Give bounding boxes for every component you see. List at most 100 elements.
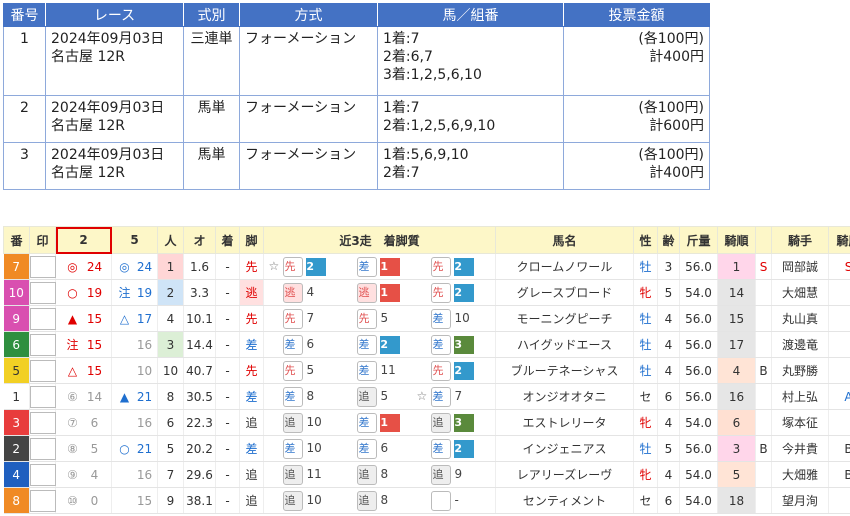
predictor-5-cell: 10 xyxy=(111,357,158,384)
mark-cell[interactable] xyxy=(29,253,56,280)
mark-cell[interactable] xyxy=(29,305,56,332)
jockey-flag xyxy=(755,331,772,358)
col-header-leg[interactable]: 脚 xyxy=(239,226,264,254)
col-header-age[interactable]: 齢 xyxy=(657,226,680,254)
predictor-5-mark: △ xyxy=(119,311,130,326)
run-style-badge: 差 xyxy=(356,334,377,355)
leg-type: 先 xyxy=(239,357,264,384)
col-header-weight[interactable]: 斤量 xyxy=(679,226,718,254)
recent-run: 追 10 xyxy=(269,412,343,433)
mark-cell[interactable] xyxy=(29,435,56,462)
stable-rank: S xyxy=(828,253,850,280)
finish: - xyxy=(215,305,240,332)
jockey-name[interactable]: 塚本征 xyxy=(771,409,829,436)
predictor-5-score: 21 xyxy=(136,441,153,456)
horse-name[interactable]: レアリーズレーヴ xyxy=(495,461,634,488)
jockey-name[interactable]: 大畑慧 xyxy=(771,279,829,306)
horse-row[interactable]: 10 ○ 19 注 19 2 3.3- 逃逃 4 逃 1先 2 グレースブロード牝 5 54.0 14 大畑… xyxy=(3,279,850,306)
horse-row[interactable]: 6 注 15 16 3 14.4- 差差 6 差 2差 3 ハイグッドエース牡 4 56.0 17 渡邊竜 xyxy=(3,331,850,358)
popularity: 8 xyxy=(157,383,184,410)
predictor-2-score: 0 xyxy=(90,493,99,508)
col-header-predictor-5[interactable]: 5 xyxy=(111,226,158,254)
mark-cell[interactable] xyxy=(29,461,56,488)
horse-name[interactable]: ブルーテネーシャス xyxy=(495,357,634,384)
run-style-badge: 逃 xyxy=(356,282,377,303)
mark-select[interactable] xyxy=(30,359,56,382)
mark-select[interactable] xyxy=(30,281,56,304)
predictor-2-cell: △ 15 xyxy=(55,357,112,384)
race-name: 名古屋 12R xyxy=(51,165,125,181)
jockey-name[interactable]: 渡邊竜 xyxy=(771,331,829,358)
col-header-popularity[interactable]: 人 xyxy=(157,226,184,254)
finish: - xyxy=(215,487,240,514)
jockey-flag xyxy=(755,461,772,488)
jockey-name[interactable]: 大畑雅 xyxy=(771,461,829,488)
ticket-no: 3 xyxy=(3,142,46,190)
col-header-stable[interactable]: 騎厩 xyxy=(828,226,850,254)
jockey-name[interactable]: 岡部誠 xyxy=(771,253,829,280)
horse-row[interactable]: 1 ⑥ 14 ▲ 21 8 30.5- 差差 8 追 5 ☆ 差 7 オンジオオタニセ 6 56.0 16 村上弘 A xyxy=(3,383,850,410)
predictor-2-mark: ⑩ xyxy=(67,493,78,508)
horse-row[interactable]: 2 ⑧ 5 ○ 21 5 20.2- 差差 10 差 6 差 2 インジェニアス牡 5 56.0 3 B 今井貴 B xyxy=(3,435,850,462)
horse-row[interactable]: 4 ⑨ 4 16 7 29.6- 追追 11 追 8 追 9 レアリーズレーヴ牝 4 54.0 5 大畑雅 B xyxy=(3,461,850,488)
col-header-finish[interactable]: 着 xyxy=(215,226,240,254)
predictor-2-mark: ⑨ xyxy=(67,467,78,482)
mark-select[interactable] xyxy=(30,463,56,486)
horse-name[interactable]: センティメント xyxy=(495,487,634,514)
horse-name[interactable]: ハイグッドエース xyxy=(495,331,634,358)
predictor-2-score: 5 xyxy=(90,441,99,456)
finish: - xyxy=(215,435,240,462)
mark-cell[interactable] xyxy=(29,409,56,436)
mark-select[interactable] xyxy=(30,307,56,330)
col-header-jockey-rank[interactable]: 騎順 xyxy=(717,226,756,254)
jockey-name[interactable]: 望月洵 xyxy=(771,487,829,514)
jockey-name[interactable]: 丸野勝 xyxy=(771,357,829,384)
run-finish-badge: 1 xyxy=(380,413,401,432)
mark-cell[interactable] xyxy=(29,383,56,410)
run-style-badge: 追 xyxy=(282,490,303,511)
jockey-name[interactable]: 丸山真 xyxy=(771,305,829,332)
header-combo: 馬／組番 xyxy=(377,3,564,27)
horse-name[interactable]: グレースブロード xyxy=(495,279,634,306)
horse-name[interactable]: オンジオオタニ xyxy=(495,383,634,410)
horse-name[interactable]: クロームノワール xyxy=(495,253,634,280)
col-header-sex[interactable]: 性 xyxy=(633,226,658,254)
col-header-jockey[interactable]: 騎手 xyxy=(771,226,829,254)
stable-rank xyxy=(828,279,850,306)
mark-select[interactable] xyxy=(30,255,56,278)
mark-select[interactable] xyxy=(30,489,56,512)
run-style-badge: 追 xyxy=(356,490,377,511)
predictor-5-score: 19 xyxy=(136,286,153,300)
col-header-horse-name[interactable]: 馬名 xyxy=(495,226,634,254)
horse-row[interactable]: 8 ⑩ 0 15 9 38.1- 追追 10 追 8- センティメントセ 6 54.0 18 望月洵 xyxy=(3,487,850,514)
stable-rank: B xyxy=(828,461,850,488)
col-header-mark[interactable]: 印 xyxy=(29,226,56,254)
mark-select[interactable] xyxy=(30,385,56,408)
combo-line: 1着:7 xyxy=(383,100,420,116)
predictor-2-score: 6 xyxy=(90,415,99,430)
horse-age: 6 xyxy=(657,383,680,410)
col-header-number[interactable]: 番 xyxy=(3,226,30,254)
horse-name[interactable]: エストレリータ xyxy=(495,409,634,436)
horse-row[interactable]: 5 △ 15 10 10 40.7- 先先 5 差 11 先 2 ブルーテネーシャス牡 4 56.0 4 B 丸… xyxy=(3,357,850,384)
recent-runs: ☆ 先 2差 1先 2 xyxy=(263,253,496,280)
mark-select[interactable] xyxy=(30,411,56,434)
col-header-odds[interactable]: オ xyxy=(183,226,216,254)
jockey-name[interactable]: 村上弘 xyxy=(771,383,829,410)
horse-row[interactable]: 3 ⑦ 6 16 6 22.3- 追追 10 差 1追 3 エストレリータ牝 4 54.0 6 塚本征 xyxy=(3,409,850,436)
horse-row[interactable]: 7 ◎ 24 ◎ 24 1 1.6- 先 ☆ 先 2差 1先 2 クロームノワール牡 3 56.0 1 S 岡… xyxy=(3,253,850,280)
mark-select[interactable] xyxy=(30,333,56,356)
col-header-predictor-2[interactable]: 2 xyxy=(55,226,112,254)
jockey-name[interactable]: 今井貴 xyxy=(771,435,829,462)
mark-cell[interactable] xyxy=(29,357,56,384)
mark-select[interactable] xyxy=(30,437,56,460)
mark-cell[interactable] xyxy=(29,487,56,514)
horse-sex: 牡 xyxy=(633,331,658,358)
horse-row[interactable]: 9 ▲ 15 △ 17 4 10.1- 先先 7 先 5 差 10 モーニングピーチ牡 4 56.0 15 丸山真 xyxy=(3,305,850,332)
mark-cell[interactable] xyxy=(29,331,56,358)
mark-cell[interactable] xyxy=(29,279,56,306)
horse-name[interactable]: モーニングピーチ xyxy=(495,305,634,332)
horse-name[interactable]: インジェニアス xyxy=(495,435,634,462)
run-finish: 8 xyxy=(380,467,389,481)
predictor-2-cell: ⑥ 14 xyxy=(55,383,112,410)
